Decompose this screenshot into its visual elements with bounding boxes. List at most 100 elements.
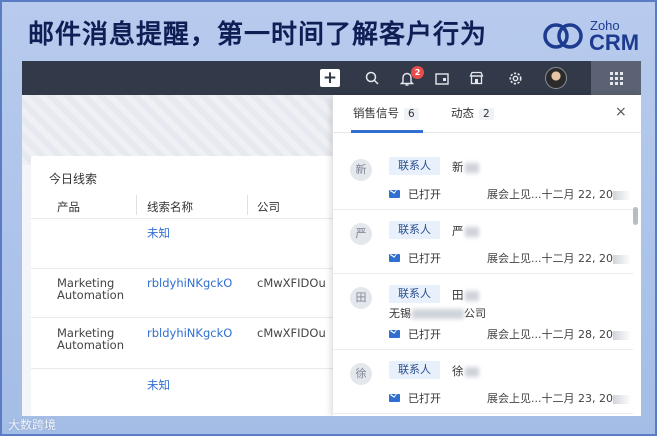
contact-name-text: 田 — [452, 288, 464, 302]
contact-type-tag: 联系人 — [389, 361, 440, 379]
company-prefix: 无锡 — [389, 307, 411, 320]
email-date: 十二月 23, 20 — [541, 392, 613, 405]
signal-item[interactable]: 徐 联系人 徐 已打开 展会上见...十二月 23, 20 — [333, 350, 633, 414]
dashboard-banner-area — [22, 95, 332, 165]
row-divider — [31, 268, 336, 269]
search-icon[interactable] — [362, 61, 382, 95]
store-icon[interactable] — [466, 61, 486, 95]
email-icon — [389, 394, 400, 402]
redacted-text — [612, 330, 631, 340]
email-icon — [389, 330, 400, 338]
email-meta: 展会上见...十二月 23, 20 — [487, 390, 631, 406]
column-header-lead-name[interactable]: 线索名称 — [147, 199, 193, 215]
watermark: 大数跨境 — [8, 418, 57, 432]
close-icon[interactable]: × — [615, 104, 627, 120]
email-meta: 展会上见...十二月 22, 20 — [487, 250, 631, 266]
panel-scrollbar[interactable] — [633, 207, 638, 225]
company-suffix: 公司 — [464, 307, 486, 320]
contact-name[interactable]: 田 — [452, 287, 479, 303]
card-title: 今日线索 — [49, 172, 98, 186]
company-cell: cMwXFIDOu — [257, 326, 326, 340]
top-navigation-bar: + 2 — [22, 61, 641, 95]
redacted-text — [464, 366, 479, 377]
lead-name-link[interactable]: 未知 — [147, 379, 170, 391]
contact-name[interactable]: 徐 — [452, 363, 479, 379]
product-cell-line2: Automation — [57, 288, 124, 302]
logo-crm-text: CRM — [589, 30, 640, 55]
active-tab-indicator — [351, 130, 423, 133]
email-subject: 展会上见... — [487, 252, 542, 265]
row-divider — [31, 368, 336, 369]
email-date: 十二月 22, 20 — [541, 188, 613, 201]
tab-label: 销售信号 — [353, 106, 399, 120]
column-divider — [136, 195, 137, 215]
contact-avatar: 田 — [350, 287, 372, 309]
email-meta: 展会上见...十二月 28, 20 — [487, 326, 631, 342]
email-status: 已打开 — [408, 188, 441, 201]
email-opened-row: 已打开 展会上见...十二月 22, 20 — [389, 186, 631, 201]
contact-avatar: 新 — [350, 159, 372, 181]
contact-name-text: 新 — [452, 160, 464, 174]
product-cell-line2: Automation — [57, 338, 124, 352]
contact-avatar: 严 — [350, 223, 372, 245]
contact-name-text: 严 — [452, 224, 464, 238]
contact-type-tag: 联系人 — [389, 285, 440, 303]
zoho-crm-logo: Zoho CRM — [542, 18, 650, 56]
contact-avatar: 徐 — [350, 363, 372, 385]
email-date: 十二月 28, 20 — [541, 328, 613, 341]
tab-sales-signals[interactable]: 销售信号 6 — [353, 105, 419, 121]
redacted-text — [612, 190, 631, 200]
calendar-icon[interactable] — [432, 61, 452, 95]
email-opened-row: 已打开 展会上见...十二月 28, 20 — [389, 326, 631, 341]
panel-tabs: 销售信号 6 动态 2 × — [333, 95, 641, 133]
plus-icon[interactable]: + — [320, 69, 340, 87]
redacted-text — [464, 290, 479, 301]
email-status: 已打开 — [408, 252, 441, 265]
contact-company: 无锡 公司 — [389, 305, 486, 321]
apps-grid-icon[interactable] — [591, 61, 641, 95]
tab-count-badge: 6 — [404, 108, 419, 120]
signal-item[interactable]: 新 联系人 新 已打开 展会上见...十二月 22, 20 — [333, 146, 633, 210]
contact-name[interactable]: 新 — [452, 159, 479, 175]
column-divider — [247, 195, 248, 215]
redacted-text — [412, 309, 464, 319]
company-cell: cMwXFIDOu — [257, 276, 326, 290]
lead-name-link[interactable]: rbldyhiNKgckO — [147, 277, 232, 289]
today-leads-card: 今日线索 产品 线索名称 公司 未知 Marketing Automation … — [31, 156, 336, 416]
signal-item[interactable]: 严 联系人 严 已打开 展会上见...十二月 22, 20 — [333, 210, 633, 274]
contact-type-tag: 联系人 — [389, 221, 440, 239]
zoho-logo-icon — [543, 23, 583, 49]
row-divider — [31, 317, 336, 318]
signal-item[interactable]: 田 联系人 田 无锡 公司 已打开 展会上见...十二月 28, 20 — [333, 274, 633, 350]
column-header-company[interactable]: 公司 — [257, 199, 280, 215]
screenshot-frame: 邮件消息提醒，第一时间了解客户行为 Zoho CRM + 2 今日线索 产品 线… — [0, 0, 657, 436]
gear-icon[interactable] — [505, 61, 525, 95]
lead-name-link[interactable]: rbldyhiNKgckO — [147, 327, 232, 339]
email-icon — [389, 190, 400, 198]
contact-name[interactable]: 严 — [452, 223, 479, 239]
email-subject: 展会上见... — [487, 188, 542, 201]
email-status: 已打开 — [408, 392, 441, 405]
email-meta: 展会上见...十二月 22, 20 — [487, 186, 631, 202]
contact-name-text: 徐 — [452, 364, 464, 378]
contact-type-tag: 联系人 — [389, 157, 440, 175]
email-date: 十二月 22, 20 — [541, 252, 613, 265]
redacted-text — [612, 394, 631, 404]
email-subject: 展会上见... — [487, 328, 542, 341]
row-divider — [31, 218, 336, 219]
tab-activity[interactable]: 动态 2 — [451, 105, 494, 121]
notification-count-badge: 2 — [411, 66, 424, 79]
redacted-text — [464, 162, 479, 173]
notification-panel: 销售信号 6 动态 2 × 新 联系人 新 已打开 展会上见...十二月 22, 2… — [333, 95, 641, 416]
user-avatar[interactable] — [545, 67, 567, 89]
email-opened-row: 已打开 展会上见...十二月 23, 20 — [389, 390, 631, 405]
tab-count-badge: 2 — [479, 108, 494, 120]
crm-app-window: + 2 今日线索 产品 线索名称 公司 未知 Marketing Automat… — [22, 61, 641, 416]
column-header-product[interactable]: 产品 — [57, 199, 80, 215]
email-icon — [389, 254, 400, 262]
email-subject: 展会上见... — [487, 392, 542, 405]
lead-name-link[interactable]: 未知 — [147, 227, 170, 239]
redacted-text — [612, 254, 631, 264]
redacted-text — [464, 226, 479, 237]
page-headline: 邮件消息提醒，第一时间了解客户行为 — [28, 20, 488, 50]
